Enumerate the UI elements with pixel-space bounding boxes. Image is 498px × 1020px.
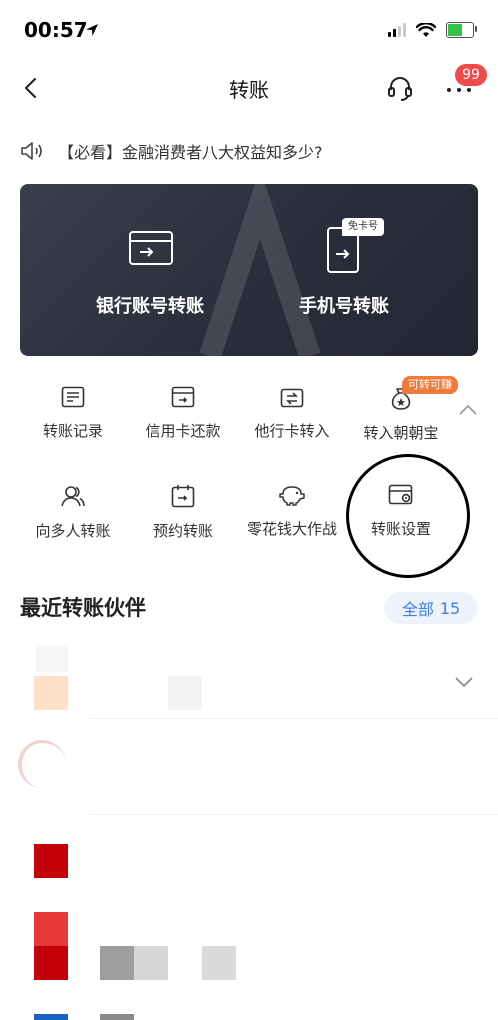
card-settings-icon xyxy=(388,484,413,505)
bank-account-transfer-label: 银行账号转账 xyxy=(96,296,204,317)
view-all-partners-button[interactable]: 全部 15 xyxy=(384,592,478,624)
battery-icon xyxy=(446,22,477,38)
multi-person-transfer-label: 向多人转账 xyxy=(35,522,111,540)
status-time: 00:57 xyxy=(24,18,88,42)
scheduled-transfer-button[interactable]: 预约转账 xyxy=(128,484,238,554)
notice-bar[interactable]: 【必看】金融消费者八大权益知多少? xyxy=(20,136,478,166)
credit-card-repay-label: 信用卡还款 xyxy=(145,422,221,440)
partner-name-placeholder xyxy=(100,1014,134,1020)
cellular-signal-icon xyxy=(388,23,406,37)
partner-bank-logo-placeholder xyxy=(34,1014,68,1020)
status-indicators xyxy=(388,20,477,40)
row-divider xyxy=(90,718,498,719)
message-count-badge: 99 xyxy=(455,64,487,86)
piggy-bank-icon xyxy=(279,486,305,506)
partner-bank-logo-placeholder[interactable] xyxy=(34,912,68,946)
speaker-icon xyxy=(21,142,42,160)
expand-chevron-down-icon[interactable] xyxy=(452,670,476,694)
multi-user-icon xyxy=(61,486,85,507)
transfer-to-zhaozhaobao-button[interactable]: 转入朝朝宝 xyxy=(346,386,456,456)
card-transfer-in-icon xyxy=(280,388,304,408)
customer-service-headset-icon[interactable] xyxy=(386,74,414,102)
partner-bank-logo-placeholder[interactable] xyxy=(34,844,68,878)
view-all-label: 全部 xyxy=(401,600,434,619)
transfer-records-button[interactable]: 转账记录 xyxy=(18,386,128,456)
recent-partners-title: 最近转账伙伴 xyxy=(20,596,146,620)
row-divider xyxy=(90,814,498,815)
partner-name-placeholder xyxy=(134,946,168,980)
transfer-settings-label: 转账设置 xyxy=(370,520,431,538)
page-title: 转账 xyxy=(229,78,269,102)
other-bank-transfer-in-button[interactable]: 他行卡转入 xyxy=(237,386,347,456)
scheduled-transfer-label: 预约转账 xyxy=(152,522,213,540)
earn-tag: 可转可赚 xyxy=(402,376,458,394)
other-bank-transfer-in-label: 他行卡转入 xyxy=(254,422,330,440)
partner-bank-logo-placeholder xyxy=(34,946,68,980)
pocket-money-battle-button[interactable]: 零花钱大作战 xyxy=(237,484,347,554)
partner-count: 15 xyxy=(439,598,461,618)
phone-number-transfer-label: 手机号转账 xyxy=(299,296,389,317)
bank-card-icon xyxy=(129,231,173,265)
partner-avatar-placeholder[interactable] xyxy=(34,676,68,710)
pocket-money-battle-label: 零花钱大作战 xyxy=(246,520,337,538)
phone-number-transfer-button[interactable]: 手机号转账 xyxy=(234,224,454,334)
multi-person-transfer-button[interactable]: 向多人转账 xyxy=(18,484,128,554)
wifi-icon xyxy=(416,22,436,37)
transfer-records-label: 转账记录 xyxy=(42,422,103,440)
partner-name-placeholder xyxy=(168,676,202,710)
partner-avatar-placeholder xyxy=(36,646,68,672)
notice-text: 【必看】金融消费者八大权益知多少? xyxy=(58,143,323,162)
collapse-chevron-up-icon[interactable] xyxy=(456,398,480,422)
transfer-settings-button[interactable]: 转账设置 xyxy=(346,484,456,554)
partner-avatar-placeholder[interactable] xyxy=(18,740,66,788)
card-repay-icon xyxy=(171,386,195,408)
credit-card-repay-button[interactable]: 信用卡还款 xyxy=(128,386,238,456)
free-card-tag: 免卡号 xyxy=(342,218,384,236)
list-icon xyxy=(61,386,85,408)
calendar-icon xyxy=(171,485,195,508)
bank-account-transfer-button[interactable]: 银行账号转账 xyxy=(40,224,260,334)
location-arrow-icon xyxy=(86,24,98,36)
partner-name-placeholder xyxy=(202,946,236,980)
partner-name-placeholder xyxy=(100,946,134,980)
transfer-banner: 银行账号转账 手机号转账 免卡号 xyxy=(20,184,478,356)
transfer-to-zhaozhaobao-label: 转入朝朝宝 xyxy=(363,424,439,442)
